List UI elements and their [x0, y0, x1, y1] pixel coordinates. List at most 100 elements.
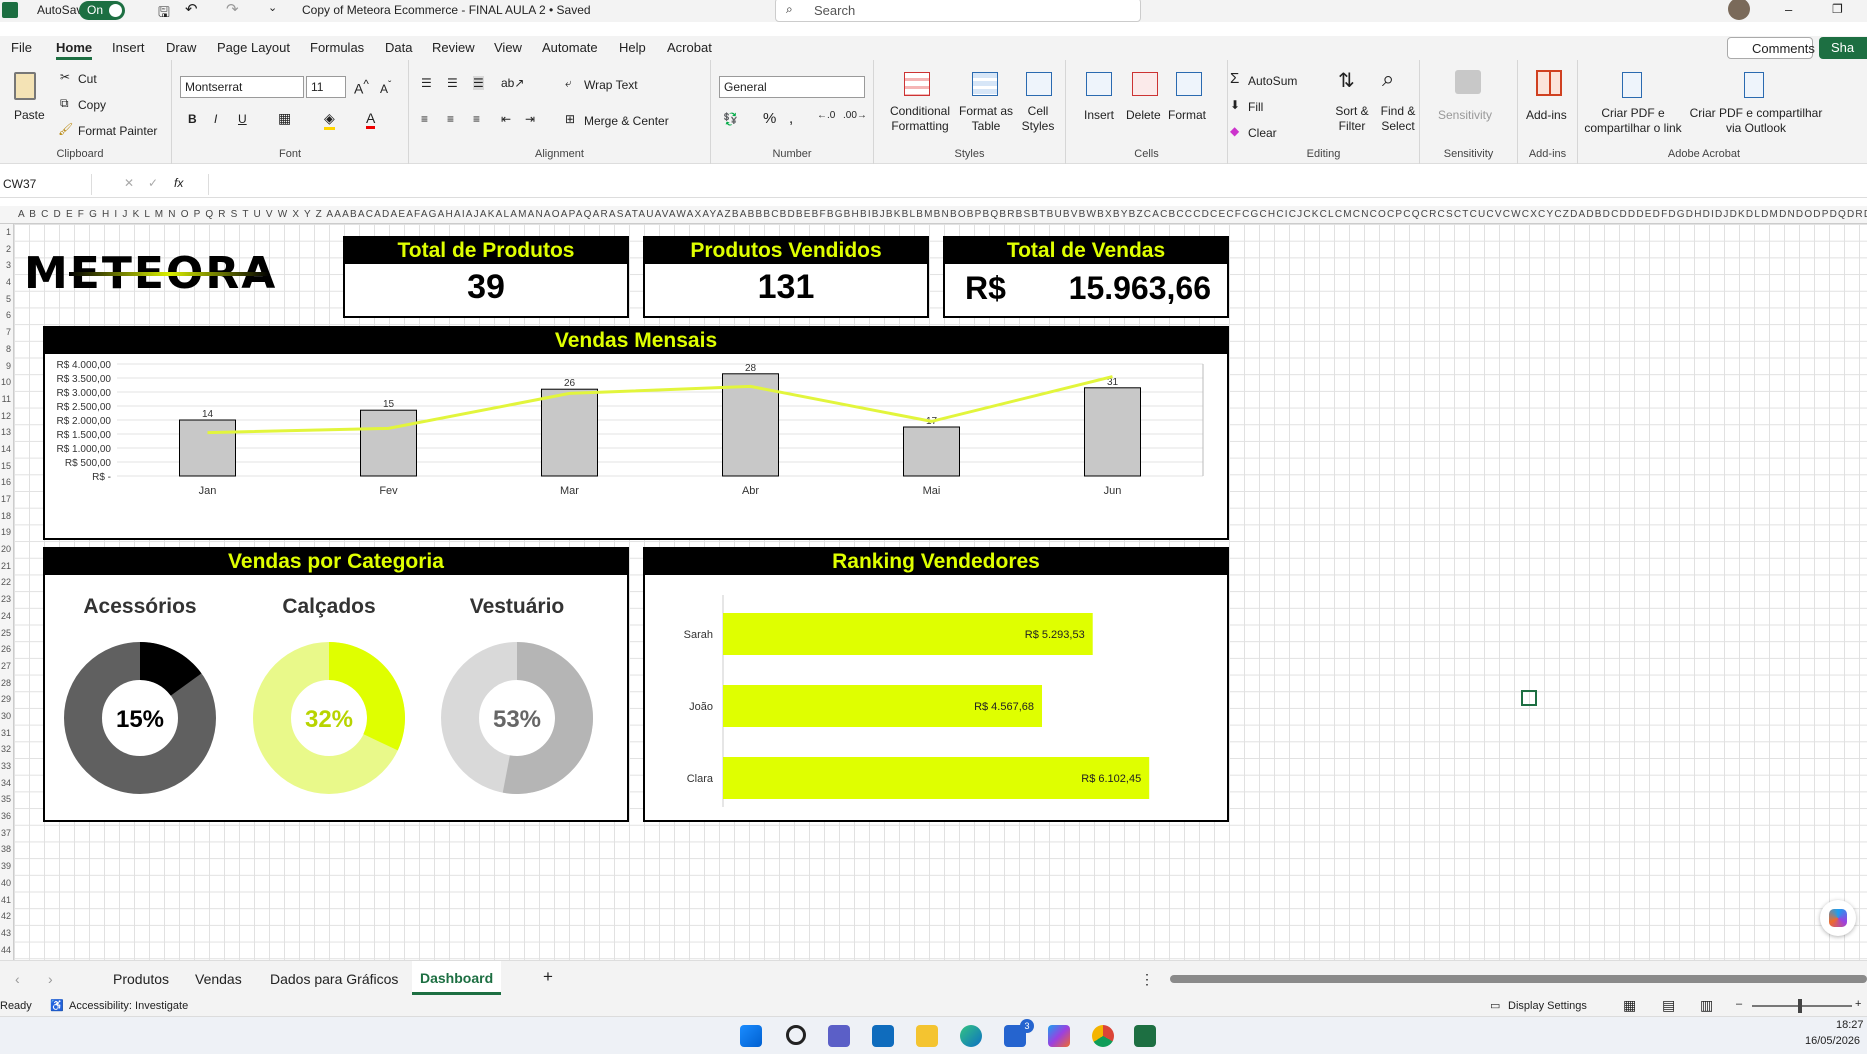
paste-button[interactable]: Paste — [14, 108, 45, 122]
accessibility-status[interactable]: Accessibility: Investigate — [69, 1000, 188, 1012]
chrome-icon[interactable] — [1092, 1025, 1114, 1047]
pdf-share-outlook-icon[interactable] — [1744, 72, 1764, 98]
borders-icon[interactable]: ▦ — [278, 110, 291, 127]
fill-button[interactable]: Fill — [1248, 100, 1263, 114]
cut-icon[interactable]: ✂ — [60, 70, 70, 84]
row-number[interactable]: 14 — [0, 441, 13, 458]
menu-formulas[interactable]: Formulas — [310, 40, 364, 55]
tab-vendas[interactable]: Vendas — [195, 971, 242, 987]
row-number[interactable]: 35 — [0, 791, 13, 808]
increase-indent-icon[interactable]: ⇥ — [525, 112, 535, 126]
row-number[interactable]: 8 — [0, 341, 13, 358]
menu-home[interactable]: Home — [56, 40, 93, 60]
pdf-share-link-icon[interactable] — [1622, 72, 1642, 98]
row-number[interactable]: 43 — [0, 925, 13, 942]
tab-produtos[interactable]: Produtos — [113, 971, 169, 987]
page-break-view-icon[interactable]: ▥ — [1700, 997, 1713, 1014]
row-number[interactable]: 20 — [0, 541, 13, 558]
menu-automate[interactable]: Automate — [542, 40, 598, 55]
horizontal-scrollbar[interactable] — [1170, 975, 1867, 983]
redo-icon[interactable]: ↷ — [226, 0, 239, 18]
shrink-font-icon[interactable]: Aˇ — [380, 80, 391, 96]
merge-center-button[interactable]: Merge & Center — [584, 114, 669, 128]
row-number[interactable]: 27 — [0, 658, 13, 675]
comma-style-icon[interactable]: , — [789, 110, 793, 127]
menu-review[interactable]: Review — [432, 40, 475, 55]
menu-acrobat[interactable]: Acrobat — [667, 40, 712, 55]
todo-icon[interactable]: 3 — [1004, 1019, 1034, 1047]
align-top-icon[interactable]: ☰ — [421, 76, 432, 90]
format-as-table-button[interactable]: Format as Table — [956, 104, 1016, 134]
copy-icon[interactable]: ⧉ — [60, 96, 69, 111]
restore-icon[interactable]: ❐ — [1832, 2, 1843, 16]
bold-button[interactable]: B — [188, 112, 197, 126]
format-painter-button[interactable]: Format Painter — [78, 124, 157, 138]
addins-icon[interactable] — [1536, 70, 1562, 96]
row-number[interactable]: 23 — [0, 591, 13, 608]
conditional-formatting-icon[interactable] — [904, 72, 930, 96]
menu-data[interactable]: Data — [385, 40, 412, 55]
align-middle-icon[interactable]: ☰ — [447, 76, 458, 90]
row-number[interactable]: 10 — [0, 374, 13, 391]
fill-color-icon[interactable]: ◈ — [324, 110, 335, 130]
format-cells-button[interactable]: Format — [1168, 108, 1206, 122]
row-number[interactable]: 28 — [0, 675, 13, 692]
row-number[interactable]: 40 — [0, 875, 13, 892]
worksheet-grid[interactable]: METEORA Total de Produtos 39 Produtos Ve… — [14, 224, 1867, 960]
next-sheet-icon[interactable]: › — [48, 971, 53, 987]
accounting-format-icon[interactable]: 💱 — [723, 112, 738, 126]
copilot-icon[interactable] — [1820, 900, 1856, 936]
decrease-indent-icon[interactable]: ⇤ — [501, 112, 511, 126]
clear-button[interactable]: Clear — [1248, 126, 1277, 140]
wrap-text-button[interactable]: Wrap Text — [584, 78, 638, 92]
menu-insert[interactable]: Insert — [112, 40, 145, 55]
row-number[interactable]: 39 — [0, 858, 13, 875]
edge-icon[interactable] — [960, 1025, 982, 1047]
accessibility-icon[interactable]: ♿ — [50, 999, 64, 1012]
zoom-out-icon[interactable]: – — [1736, 998, 1742, 1010]
number-format-select[interactable]: General — [719, 76, 865, 98]
find-select-icon[interactable]: ⌕ — [1382, 66, 1394, 92]
row-number[interactable]: 37 — [0, 825, 13, 842]
tab-dashboard[interactable]: Dashboard — [412, 961, 502, 995]
row-number[interactable]: 7 — [0, 324, 13, 341]
align-right-icon[interactable]: ≡ — [473, 112, 480, 126]
sensitivity-icon[interactable] — [1455, 70, 1481, 94]
menu-file[interactable]: File — [11, 40, 32, 55]
row-number[interactable]: 13 — [0, 424, 13, 441]
cell-styles-icon[interactable] — [1026, 72, 1052, 96]
file-explorer-icon[interactable] — [916, 1025, 938, 1047]
percent-button[interactable]: % — [763, 110, 776, 127]
outlook-icon[interactable] — [872, 1025, 894, 1047]
conditional-formatting-button[interactable]: Conditional Formatting — [878, 104, 962, 134]
format-cells-icon[interactable] — [1176, 72, 1202, 96]
row-number[interactable]: 26 — [0, 641, 13, 658]
page-layout-view-icon[interactable]: ▤ — [1662, 997, 1675, 1014]
menu-page-layout[interactable]: Page Layout — [217, 40, 290, 55]
format-painter-icon[interactable]: 🖌 — [58, 122, 73, 136]
normal-view-icon[interactable]: ▦ — [1623, 997, 1636, 1014]
row-number[interactable]: 29 — [0, 691, 13, 708]
font-color-icon[interactable]: A — [366, 110, 376, 129]
delete-cells-icon[interactable] — [1132, 72, 1158, 96]
search-taskbar-icon[interactable] — [786, 1025, 806, 1045]
tab-dados-graficos[interactable]: Dados para Gráficos — [270, 971, 398, 987]
menu-draw[interactable]: Draw — [166, 40, 196, 55]
row-number[interactable]: 34 — [0, 775, 13, 792]
row-number[interactable]: 33 — [0, 758, 13, 775]
italic-button[interactable]: I — [214, 112, 217, 126]
align-bottom-icon[interactable]: ☰ — [473, 76, 484, 90]
insert-function-icon[interactable]: fx — [174, 176, 183, 190]
excel-taskbar-icon[interactable] — [1134, 1025, 1156, 1047]
decrease-decimal-icon[interactable]: .00→ — [843, 110, 867, 121]
row-number[interactable]: 16 — [0, 474, 13, 491]
wrap-text-icon[interactable]: ⤶ — [565, 76, 572, 91]
prev-sheet-icon[interactable]: ‹ — [15, 971, 20, 987]
orientation-icon[interactable]: ab↗ — [501, 76, 524, 90]
pdf-share-outlook-button[interactable]: Criar PDF e compartilhar via Outlook — [1688, 106, 1824, 136]
copy-button[interactable]: Copy — [78, 98, 106, 112]
windows-start-icon[interactable] — [740, 1025, 762, 1047]
align-left-icon[interactable]: ≡ — [421, 112, 428, 126]
pdf-share-link-button[interactable]: Criar PDF e compartilhar o link — [1578, 106, 1688, 136]
row-number[interactable]: 4 — [0, 274, 13, 291]
